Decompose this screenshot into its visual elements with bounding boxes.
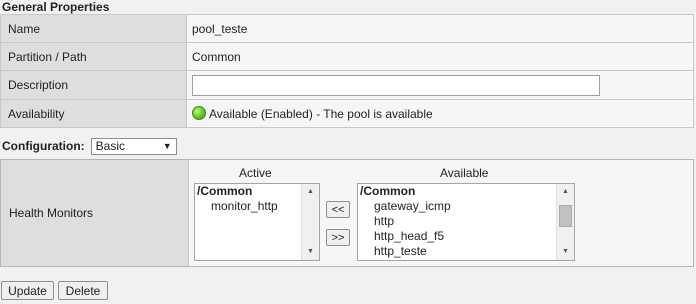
update-button[interactable]: Update	[1, 281, 54, 300]
scroll-up-arrow-icon[interactable]: ▲	[557, 184, 574, 200]
triangle-down-icon: ▼	[162, 141, 172, 151]
list-item[interactable]: http_head_f5	[358, 229, 574, 244]
partition-label: Partition / Path	[0, 42, 187, 71]
move-left-button[interactable]: <<	[326, 201, 350, 218]
health-monitors-label: Health Monitors	[1, 160, 189, 266]
description-label: Description	[0, 70, 187, 100]
description-row: Description	[0, 70, 694, 100]
move-right-button[interactable]: >>	[326, 229, 350, 246]
available-list-scrollbar[interactable]: ▲ ▼	[556, 184, 574, 260]
available-monitors-list[interactable]: /Common gateway_icmp http http_head_f5 h…	[357, 183, 575, 261]
description-cell	[186, 70, 694, 100]
scroll-down-arrow-icon[interactable]: ▼	[302, 244, 319, 260]
delete-button[interactable]: Delete	[58, 281, 108, 300]
name-row: Name pool_teste	[0, 14, 694, 43]
partition-row: Partition / Path Common	[0, 42, 694, 71]
health-monitors-body: Active Available /Common monitor_http ▲ …	[189, 160, 693, 266]
availability-label: Availability	[0, 99, 187, 128]
availability-row: Availability Available (Enabled) - The p…	[0, 99, 694, 128]
name-value: pool_teste	[186, 14, 694, 43]
availability-value: Available (Enabled) - The pool is availa…	[209, 107, 433, 121]
list-item[interactable]: gateway_icmp	[358, 199, 574, 214]
list-item[interactable]: http	[358, 214, 574, 229]
active-heading: Active	[239, 166, 272, 180]
scrollbar-thumb[interactable]	[559, 205, 572, 227]
configuration-label: Configuration:	[2, 139, 85, 153]
name-label: Name	[0, 14, 187, 43]
configuration-selected-value: Basic	[95, 139, 125, 153]
list-item[interactable]: http_teste	[358, 244, 574, 259]
general-properties-table: Name pool_teste Partition / Path Common …	[0, 14, 694, 128]
configuration-row: Configuration: Basic ▼	[2, 137, 177, 155]
section-title: General Properties	[2, 0, 110, 14]
list-group-header: /Common	[360, 184, 416, 198]
availability-cell: Available (Enabled) - The pool is availa…	[186, 99, 694, 128]
available-heading: Available	[440, 166, 489, 180]
active-monitors-list[interactable]: /Common monitor_http ▲ ▼	[194, 183, 320, 261]
health-monitors-row: Health Monitors Active Available /Common…	[0, 159, 694, 267]
scroll-up-arrow-icon[interactable]: ▲	[302, 184, 319, 200]
status-green-dot-icon	[192, 106, 206, 120]
partition-value: Common	[186, 42, 694, 71]
configuration-select[interactable]: Basic ▼	[90, 137, 177, 155]
active-list-scrollbar[interactable]: ▲ ▼	[301, 184, 319, 260]
scroll-down-arrow-icon[interactable]: ▼	[557, 244, 574, 260]
description-input[interactable]	[192, 75, 600, 96]
